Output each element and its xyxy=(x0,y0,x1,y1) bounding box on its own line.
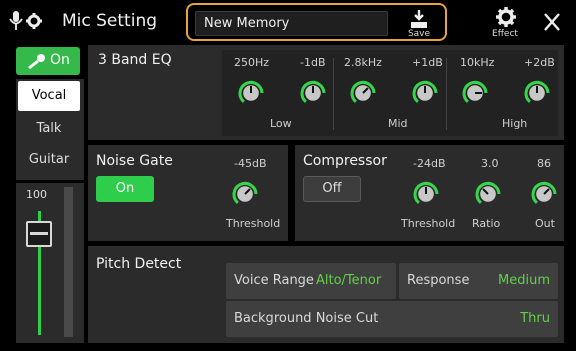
effect-button[interactable]: Effect xyxy=(482,5,528,41)
compressor-out-label: Out xyxy=(535,217,555,230)
background-noise-cut-label: Background Noise Cut xyxy=(234,311,379,326)
eq-high-label: High xyxy=(502,117,528,130)
compressor-off-button[interactable]: Off xyxy=(303,176,361,202)
voice-range-setting[interactable]: Voice Range Alto/Tenor xyxy=(226,263,396,299)
eq-divider xyxy=(333,58,334,130)
noise-gate-panel: Noise Gate On -45dB Threshold xyxy=(88,145,288,241)
background-noise-cut-value: Thru xyxy=(520,311,550,326)
mic-level-meter xyxy=(64,187,73,337)
eq-mid-gain: +1dB xyxy=(412,56,443,69)
eq-low-label: Low xyxy=(270,117,292,130)
response-setting[interactable]: Response Medium xyxy=(399,263,558,299)
save-icon xyxy=(411,10,427,28)
voice-range-label: Voice Range xyxy=(234,273,314,288)
compressor-panel: Compressor Off -24dB Threshold 3.0 Ratio… xyxy=(295,145,564,241)
eq-mid-label: Mid xyxy=(388,117,408,130)
mode-guitar[interactable]: Guitar xyxy=(18,145,80,175)
close-icon[interactable] xyxy=(536,6,568,38)
eq-mid-gain-knob[interactable] xyxy=(410,78,440,108)
mic-type-selector: Vocal Talk Guitar xyxy=(16,79,84,180)
mic-on-button[interactable]: On xyxy=(16,47,80,75)
mode-vocal[interactable]: Vocal xyxy=(18,81,80,111)
mic-level-value: 100 xyxy=(26,188,47,201)
eq-high-freq-knob[interactable] xyxy=(460,78,490,108)
mic-level-fader-handle[interactable] xyxy=(26,220,52,247)
eq-mid-freq: 2.8kHz xyxy=(344,56,382,69)
effect-label: Effect xyxy=(492,29,518,39)
compressor-threshold-value: -24dB xyxy=(413,157,446,170)
compressor-title: Compressor xyxy=(303,153,387,169)
memory-name-field[interactable]: New Memory xyxy=(195,11,388,36)
eq-panel: 3 Band EQ 250Hz -1dB Low 2.8kHz +1dB Mid… xyxy=(88,45,564,140)
eq-high-gain: +2dB xyxy=(524,56,555,69)
save-label: Save xyxy=(407,29,431,39)
header-bar: Mic Setting New Memory Save Effect xyxy=(0,0,576,44)
gear-icon xyxy=(496,7,516,27)
pitch-detect-title: Pitch Detect xyxy=(96,256,182,272)
eq-low-gain: -1dB xyxy=(300,56,326,69)
pitch-detect-panel: Pitch Detect Voice Range Alto/Tenor Resp… xyxy=(88,246,564,343)
compressor-ratio-value: 3.0 xyxy=(481,157,499,170)
response-label: Response xyxy=(407,273,470,288)
response-value: Medium xyxy=(498,273,550,288)
noise-gate-on-button[interactable]: On xyxy=(96,176,154,202)
noise-gate-threshold-value: -45dB xyxy=(234,157,267,170)
eq-high-freq: 10kHz xyxy=(460,56,495,69)
compressor-out-knob[interactable] xyxy=(529,179,559,209)
microphone-icon xyxy=(28,54,45,69)
mic-setting-icon xyxy=(9,11,42,30)
eq-low-gain-knob[interactable] xyxy=(298,78,328,108)
page-title: Mic Setting xyxy=(62,11,158,31)
eq-divider xyxy=(446,58,447,130)
mode-talk[interactable]: Talk xyxy=(18,114,80,144)
eq-high-gain-knob[interactable] xyxy=(522,78,552,108)
noise-gate-title: Noise Gate xyxy=(96,153,173,169)
eq-bands: 250Hz -1dB Low 2.8kHz +1dB Mid 10kHz +2d… xyxy=(222,50,558,136)
eq-title: 3 Band EQ xyxy=(98,52,172,68)
memory-area: New Memory Save xyxy=(186,3,447,41)
eq-mid-freq-knob[interactable] xyxy=(348,78,378,108)
voice-range-value: Alto/Tenor xyxy=(316,273,382,288)
memory-name-text: New Memory xyxy=(204,16,290,31)
eq-low-freq-knob[interactable] xyxy=(236,78,266,108)
mic-level-panel: 100 xyxy=(16,183,84,343)
noise-gate-threshold-knob[interactable] xyxy=(230,179,260,209)
compressor-threshold-label: Threshold xyxy=(401,217,456,230)
eq-low-freq: 250Hz xyxy=(234,56,270,69)
background-noise-cut-setting[interactable]: Background Noise Cut Thru xyxy=(226,301,558,337)
compressor-ratio-label: Ratio xyxy=(472,217,501,230)
save-button[interactable]: Save xyxy=(398,7,440,39)
mic-on-label: On xyxy=(50,52,70,68)
noise-gate-threshold-label: Threshold xyxy=(226,217,281,230)
compressor-out-value: 86 xyxy=(537,157,551,170)
compressor-threshold-knob[interactable] xyxy=(411,179,441,209)
compressor-ratio-knob[interactable] xyxy=(473,179,503,209)
